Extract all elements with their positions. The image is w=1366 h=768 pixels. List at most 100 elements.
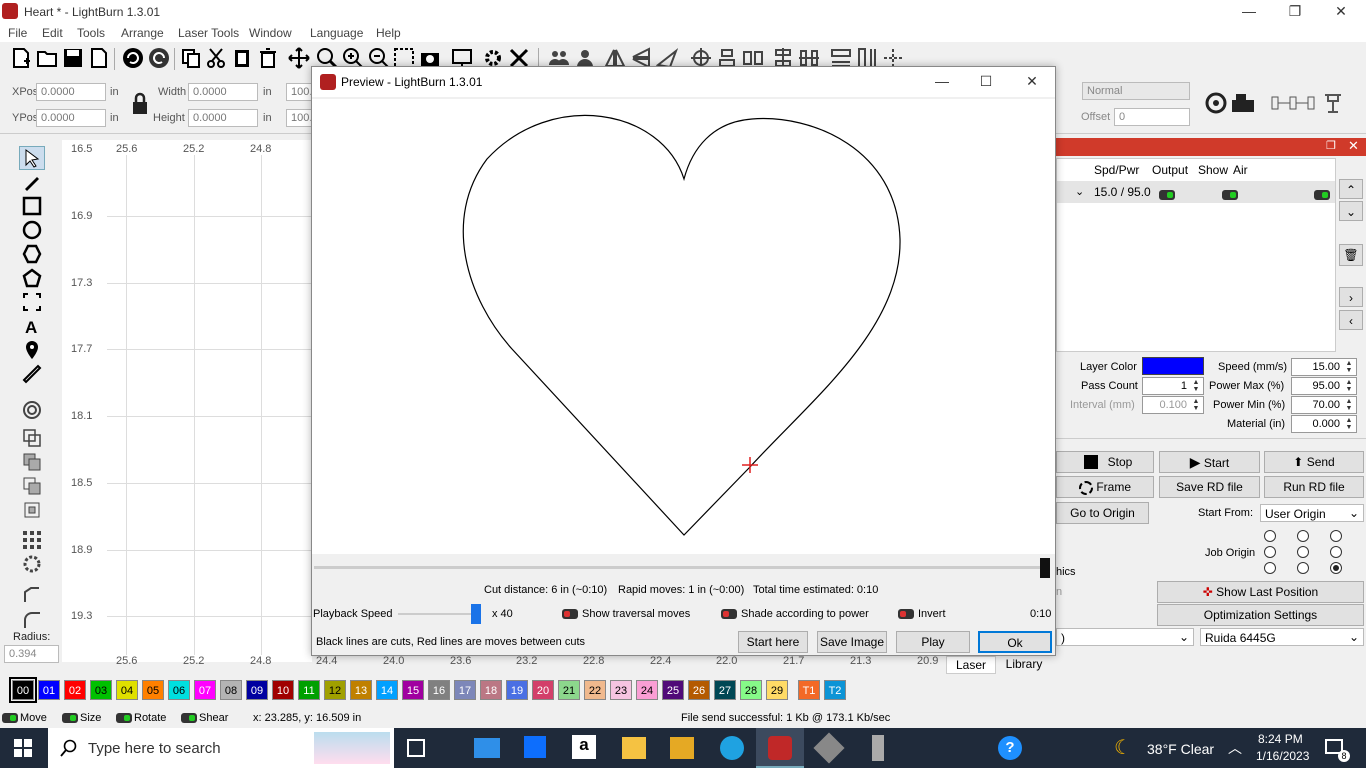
- size-toggle[interactable]: Size: [62, 712, 101, 724]
- run-rd-button[interactable]: Run RD file: [1264, 476, 1364, 498]
- lock-icon[interactable]: [131, 92, 149, 116]
- palette-swatch-16[interactable]: 16: [428, 680, 450, 700]
- paste-icon[interactable]: [231, 47, 253, 69]
- close-panel-icon[interactable]: ✕: [1348, 138, 1359, 154]
- palette-swatch-08[interactable]: 08: [220, 680, 242, 700]
- palette-swatch-09[interactable]: 09: [246, 680, 268, 700]
- start-here-button[interactable]: Start here: [738, 631, 808, 653]
- air-toggle[interactable]: [1313, 189, 1330, 200]
- app-tool-icon[interactable]: [872, 735, 884, 761]
- cut-scissors-icon[interactable]: [205, 47, 227, 69]
- menu-tools[interactable]: Tools: [77, 26, 105, 40]
- boolean-union-icon[interactable]: [22, 452, 42, 472]
- new-file-icon[interactable]: [10, 47, 32, 69]
- palette-swatch-23[interactable]: 23: [610, 680, 632, 700]
- play-button[interactable]: Play: [896, 631, 970, 653]
- palette-swatch-03[interactable]: 03: [90, 680, 112, 700]
- origin-radio-tr[interactable]: [1330, 530, 1342, 542]
- text-tool-icon[interactable]: A: [22, 316, 42, 336]
- show-traversal-toggle[interactable]: Show traversal moves: [562, 608, 690, 620]
- speed-input[interactable]: 15.00 ▲ ▼: [1291, 358, 1357, 376]
- palette-swatch-11[interactable]: 11: [298, 680, 320, 700]
- palette-swatch-26[interactable]: 26: [688, 680, 710, 700]
- tab-laser[interactable]: Laser: [946, 656, 996, 674]
- help-icon[interactable]: ?: [998, 736, 1022, 760]
- palette-swatch-18[interactable]: 18: [480, 680, 502, 700]
- palette-swatch-02[interactable]: 02: [64, 680, 86, 700]
- palette-swatch-01[interactable]: 01: [38, 680, 60, 700]
- close-icon[interactable]: ✕: [1009, 70, 1055, 94]
- frame-button[interactable]: Frame: [1056, 476, 1154, 498]
- shade-power-toggle[interactable]: Shade according to power: [721, 608, 869, 620]
- open-folder-icon[interactable]: [36, 47, 58, 69]
- menu-language[interactable]: Language: [310, 26, 363, 40]
- move-layer-up-button[interactable]: ⌃: [1339, 179, 1363, 199]
- float-window-icon[interactable]: ❐: [1326, 139, 1336, 152]
- mail-app-icon[interactable]: [474, 738, 500, 758]
- clock-date[interactable]: 1/16/2023: [1256, 749, 1309, 763]
- invert-toggle[interactable]: Invert: [898, 608, 946, 620]
- palette-swatch-t2[interactable]: T2: [824, 680, 846, 700]
- restore-icon[interactable]: ❐: [1272, 0, 1318, 24]
- playback-speed-handle[interactable]: [471, 604, 481, 624]
- position-laser-tool-icon[interactable]: [22, 292, 42, 312]
- palette-swatch-20[interactable]: 20: [532, 680, 554, 700]
- palette-swatch-14[interactable]: 14: [376, 680, 398, 700]
- height-input[interactable]: 0.0000: [188, 109, 258, 127]
- polygon-tool-icon[interactable]: [22, 244, 42, 264]
- device-select[interactable]: Ruida 6445G ⌄: [1200, 628, 1364, 646]
- ellipse-tool-icon[interactable]: [22, 220, 42, 240]
- menu-window[interactable]: Window: [249, 26, 292, 40]
- move-layer-down-button[interactable]: ⌄: [1339, 201, 1363, 221]
- palette-swatch-22[interactable]: 22: [584, 680, 606, 700]
- palette-swatch-04[interactable]: 04: [116, 680, 138, 700]
- laser-machine-icon[interactable]: [1230, 92, 1256, 114]
- offset-input[interactable]: 0: [1114, 108, 1190, 126]
- palette-swatch-13[interactable]: 13: [350, 680, 372, 700]
- maximize-icon[interactable]: ☐: [963, 70, 1009, 94]
- move-icon[interactable]: [288, 47, 310, 69]
- lightburn-taskbar-icon[interactable]: [756, 728, 804, 768]
- edge-browser-icon[interactable]: [720, 736, 744, 760]
- tabs-spacing-icon[interactable]: [1270, 94, 1318, 112]
- preview-canvas[interactable]: [312, 99, 1055, 554]
- origin-radio-tc[interactable]: [1297, 530, 1309, 542]
- previous-layer-button[interactable]: ‹: [1339, 310, 1363, 330]
- menu-arrange[interactable]: Arrange: [121, 26, 164, 40]
- palette-swatch-19[interactable]: 19: [506, 680, 528, 700]
- origin-radio-mr[interactable]: [1330, 546, 1342, 558]
- chevron-up-icon[interactable]: ︿: [1228, 738, 1242, 758]
- clock-time[interactable]: 8:24 PM: [1258, 732, 1303, 746]
- origin-radio-ml[interactable]: [1264, 546, 1276, 558]
- delete-layer-button[interactable]: 🗑: [1339, 244, 1363, 266]
- ok-button[interactable]: Ok: [978, 631, 1052, 653]
- menu-file[interactable]: File: [8, 26, 27, 40]
- interval-input[interactable]: 0.100 ▲ ▼: [1142, 396, 1204, 414]
- folder-app-icon[interactable]: [670, 737, 694, 759]
- radius-input[interactable]: 0.394: [4, 645, 59, 663]
- palette-swatch-28[interactable]: 28: [740, 680, 762, 700]
- palette-swatch-27[interactable]: 27: [714, 680, 736, 700]
- palette-swatch-21[interactable]: 21: [558, 680, 580, 700]
- menu-edit[interactable]: Edit: [42, 26, 63, 40]
- layer-color-swatch[interactable]: [1142, 357, 1204, 375]
- palette-swatch-29[interactable]: 29: [766, 680, 788, 700]
- chevron-down-icon[interactable]: ⌄: [1075, 185, 1084, 198]
- start-from-select[interactable]: User Origin ⌄: [1260, 504, 1364, 522]
- origin-radio-tl[interactable]: [1264, 530, 1276, 542]
- undo-icon[interactable]: [122, 47, 144, 69]
- rectangle-tool-icon[interactable]: [22, 196, 42, 216]
- power-min-input[interactable]: 70.00 ▲ ▼: [1291, 396, 1357, 414]
- palette-swatch-12[interactable]: 12: [324, 680, 346, 700]
- output-toggle[interactable]: [1159, 189, 1175, 200]
- rotate-toggle[interactable]: Rotate: [116, 712, 166, 724]
- select-arrow-icon[interactable]: [22, 148, 42, 168]
- ypos-input[interactable]: 0.0000: [36, 109, 106, 127]
- show-toggle[interactable]: [1222, 189, 1239, 200]
- origin-radio-mc[interactable]: [1297, 546, 1309, 558]
- menu-help[interactable]: Help: [376, 26, 401, 40]
- palette-swatch-24[interactable]: 24: [636, 680, 658, 700]
- progress-handle[interactable]: [1040, 558, 1050, 578]
- palette-swatch-15[interactable]: 15: [402, 680, 424, 700]
- edit-nodes-icon[interactable]: [22, 586, 42, 606]
